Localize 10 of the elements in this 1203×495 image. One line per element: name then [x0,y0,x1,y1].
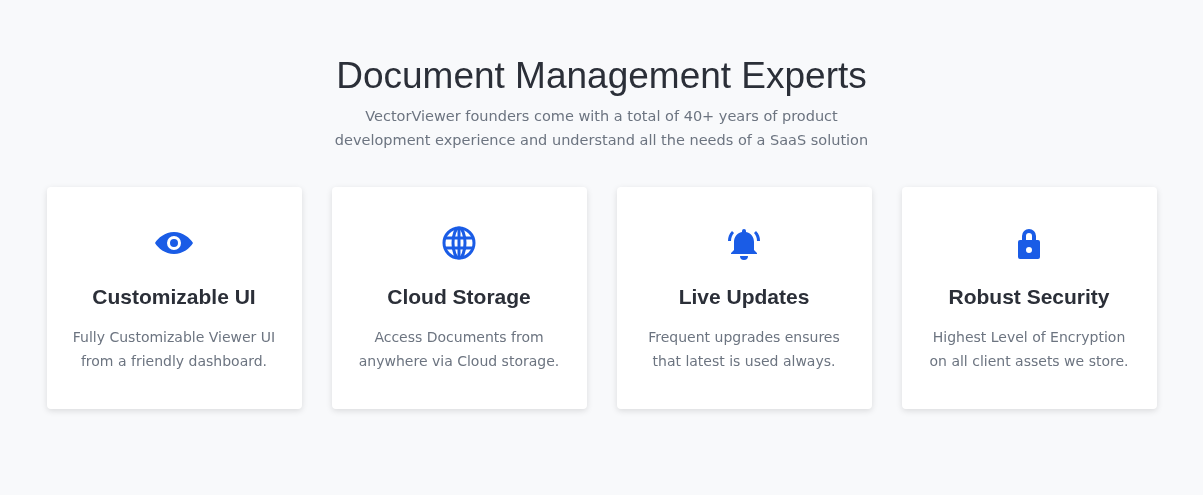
feature-description: Frequent upgrades ensures that latest is used always. [647,327,841,371]
feature-title: Customizable UI [91,284,257,311]
feature-description: Highest Level of Encryption on all client assets we store. [928,327,1130,371]
feature-title: Cloud Storage [386,284,532,311]
section-subtitle: VectorViewer founders come with a total of 40+ years of product development experience and understand all the needs of a SaaS solution [333,107,870,151]
feature-title: Robust Security [947,284,1111,311]
feature-description: Access Documents from anywhere via Cloud storage. [357,327,561,371]
section-heading: Document Management Experts [335,54,868,98]
feature-description: Fully Customizable Viewer UI from a friendly dashboard. [71,327,277,371]
feature-title: Live Updates [677,284,811,311]
